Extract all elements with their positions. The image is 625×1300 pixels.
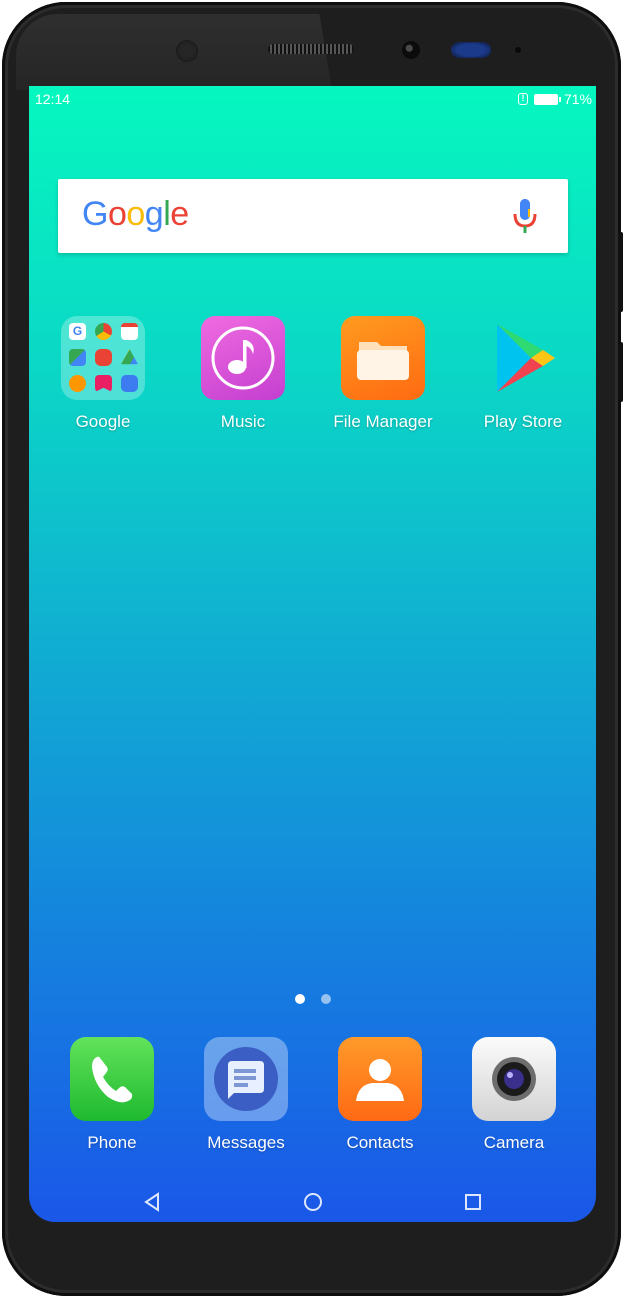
logo-letter: o [126,195,145,233]
back-triangle-icon[interactable] [138,1188,166,1216]
dock-app-camera[interactable]: Camera [444,1037,584,1153]
home-circle-icon[interactable] [299,1188,327,1216]
app-label: Music [220,412,266,431]
phone-handset-icon [70,1037,154,1121]
play-music-icon [69,375,86,392]
app-label: Messages [207,1133,285,1152]
power-button [618,342,623,402]
google-g-icon: G [69,323,86,340]
app-label: File Manager [333,412,433,431]
contact-person-icon [338,1037,422,1121]
status-bar: 12:14 ! 71% [29,86,596,112]
google-folder-icon: G [61,316,145,400]
play-store-icon [481,316,565,400]
message-bubble-icon [204,1037,288,1121]
app-play-store[interactable]: Play Store [453,316,593,432]
app-google-folder[interactable]: G Google [33,316,173,432]
volume-button [618,232,623,312]
duo-icon [121,375,138,392]
app-label: Contacts [346,1133,414,1152]
battery-icon [533,93,561,105]
sensor-dot [515,47,521,53]
front-camera [402,41,420,59]
battery-percent: 71% [563,91,592,107]
navigation-bar [29,1182,596,1222]
music-note-icon [201,316,285,400]
page-indicator [29,994,596,1004]
app-music[interactable]: Music [173,316,313,432]
folder-icon [341,316,425,400]
youtube-icon [95,349,112,366]
google-logo: Google [82,195,189,234]
maps-icon [69,349,86,366]
home-screen: 12:14 ! 71% Google G Google Music File M… [29,86,596,1222]
dock-app-contacts[interactable]: Contacts [310,1037,450,1153]
logo-letter: g [144,195,164,233]
dock-app-messages[interactable]: Messages [176,1037,316,1153]
page-dot-active[interactable] [294,994,305,1004]
gmail-icon [121,323,138,340]
status-time: 12:14 [35,91,71,107]
chrome-icon [95,323,112,340]
proximity-sensor [176,40,198,62]
app-label: Camera [483,1133,545,1152]
dock-app-phone[interactable]: Phone [42,1037,182,1153]
google-search-bar[interactable]: Google [58,179,568,253]
app-label: Phone [87,1133,137,1152]
recents-square-icon[interactable] [459,1188,487,1216]
flash-sensor [451,42,491,58]
logo-letter: o [107,195,127,233]
logo-letter: e [170,195,189,233]
page-dot[interactable] [320,994,331,1004]
status-icons: ! 71% [517,91,592,107]
camera-lens-icon [472,1037,556,1121]
logo-letter: G [82,195,108,233]
drive-icon [121,349,138,365]
earpiece-speaker [268,44,354,54]
mic-icon[interactable] [512,199,538,235]
play-movies-icon [95,375,112,392]
app-label: Play Store [483,412,563,431]
notification-alert-icon: ! [517,93,528,105]
app-label: Google [75,412,131,431]
app-file-manager[interactable]: File Manager [313,316,453,432]
